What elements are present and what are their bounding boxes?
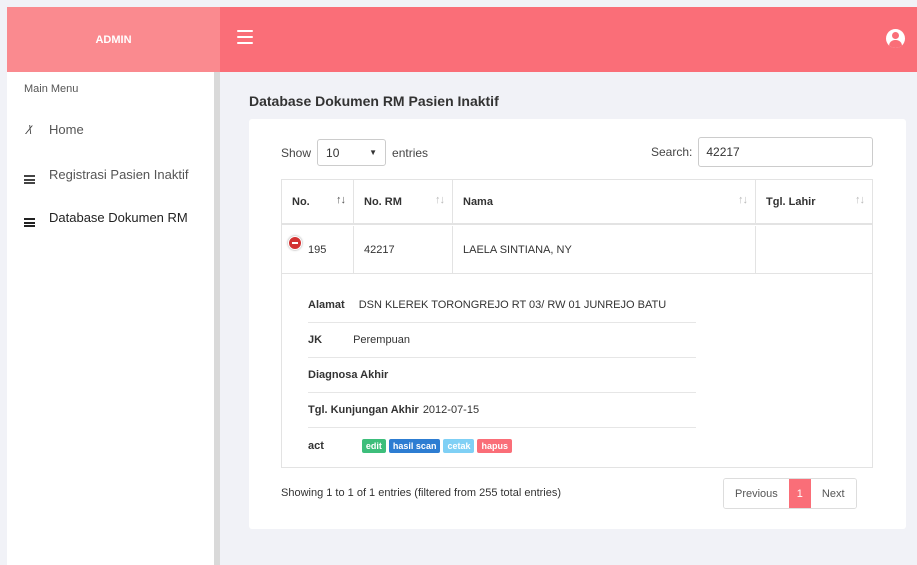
table-row[interactable]: 195 42217 LAELA SINTIANA, NY (282, 226, 872, 274)
search-control: Search: (651, 137, 874, 167)
user-circle-icon[interactable] (886, 29, 905, 48)
detail-row-jk: JK Perempuan (308, 323, 696, 358)
content-card: Show 10 ▼ entries Search: No. ↑↓ No. RM … (249, 119, 906, 529)
sort-icon: ↑↓ (738, 194, 748, 206)
detail-value: DSN KLEREK TORONGREJO RT 03/ RW 01 JUNRE… (358, 299, 667, 311)
detail-label: Diagnosa Akhir (308, 369, 389, 381)
list-icon (21, 208, 37, 227)
sidebar-item-home[interactable]: ⁄⁄\ Home (21, 122, 84, 137)
table-header: No. ↑↓ No. RM ↑↓ Nama ↑↓ Tgl. Lahir ↑↓ (282, 180, 872, 225)
column-header-no[interactable]: No. ↑↓ (282, 180, 354, 223)
cell-nama: LAELA SINTIANA, NY (453, 226, 756, 273)
detail-label: Alamat (308, 299, 345, 311)
brand-logo[interactable]: ADMIN (7, 7, 220, 72)
detail-row-alamat: Alamat DSN KLEREK TORONGREJO RT 03/ RW 0… (308, 288, 696, 323)
hapus-button[interactable]: hapus (477, 438, 512, 453)
sidebar: Main Menu ⁄⁄\ Home Registrasi Pasien Ina… (7, 72, 214, 565)
next-button[interactable]: Next (810, 479, 856, 508)
pagination: Previous 1 Next (723, 478, 857, 509)
detail-label: act (308, 439, 324, 452)
sidebar-item-database[interactable]: Database Dokumen RM (21, 208, 188, 227)
entries-value: 10 (326, 145, 340, 160)
row-detail: Alamat DSN KLEREK TORONGREJO RT 03/ RW 0… (308, 288, 696, 463)
detail-row-act: act edit hasil scan cetak hapus (308, 428, 696, 463)
sidebar-scrollbar[interactable] (214, 72, 220, 565)
entries-length-control: Show 10 ▼ entries (281, 139, 428, 166)
previous-button[interactable]: Previous (724, 479, 789, 508)
table-info: Showing 1 to 1 of 1 entries (filtered fr… (281, 487, 562, 499)
page-title: Database Dokumen RM Pasien Inaktif (249, 93, 499, 109)
detail-label: JK (308, 334, 323, 346)
page-1-button[interactable]: 1 (788, 479, 811, 508)
data-table: No. ↑↓ No. RM ↑↓ Nama ↑↓ Tgl. Lahir ↑↓ 1… (281, 179, 873, 468)
entries-label: entries (392, 145, 429, 160)
sidebar-item-label: Database Dokumen RM (49, 210, 188, 225)
sidebar-menu-title: Main Menu (24, 83, 79, 95)
list-icon (21, 165, 37, 184)
detail-label: Tgl. Kunjungan Akhir (308, 404, 419, 416)
column-header-nama[interactable]: Nama ↑↓ (453, 180, 756, 223)
sort-icon: ↑↓ (855, 194, 865, 206)
column-header-no-rm[interactable]: No. RM ↑↓ (354, 180, 453, 223)
show-label: Show (281, 145, 312, 160)
detail-value: Perempuan (353, 334, 410, 346)
detail-value: 2012-07-15 (422, 404, 480, 416)
chevron-down-icon: ▼ (369, 148, 378, 157)
hasil-scan-button[interactable]: hasil scan (388, 438, 441, 453)
cetak-button[interactable]: cetak (443, 438, 475, 453)
top-navbar: ADMIN (7, 7, 917, 72)
search-label: Search: (651, 145, 693, 159)
sort-icon: ↑↓ (435, 194, 445, 206)
detail-row-kunjungan: Tgl. Kunjungan Akhir 2012-07-15 (308, 393, 696, 428)
sidebar-item-label: Registrasi Pasien Inaktif (49, 167, 189, 182)
cell-no-rm: 42217 (354, 226, 453, 273)
sidebar-item-label: Home (49, 122, 84, 137)
column-header-tgl-lahir[interactable]: Tgl. Lahir ↑↓ (756, 180, 872, 223)
sort-asc-icon: ↑↓ (336, 194, 346, 206)
entries-select[interactable]: 10 ▼ (317, 139, 387, 166)
minus-circle-icon[interactable] (288, 236, 302, 250)
dashboard-gauge-icon: ⁄⁄\ (28, 122, 31, 137)
cell-tgl-lahir (756, 226, 872, 273)
detail-row-diagnosa: Diagnosa Akhir (308, 358, 696, 393)
sidebar-item-registrasi[interactable]: Registrasi Pasien Inaktif (21, 165, 188, 184)
cell-no: 195 (282, 226, 354, 273)
edit-button[interactable]: edit (361, 438, 386, 453)
action-badges: edit hasil scan cetak hapus (361, 438, 512, 453)
search-input[interactable] (698, 137, 874, 167)
hamburger-icon[interactable] (237, 30, 253, 44)
